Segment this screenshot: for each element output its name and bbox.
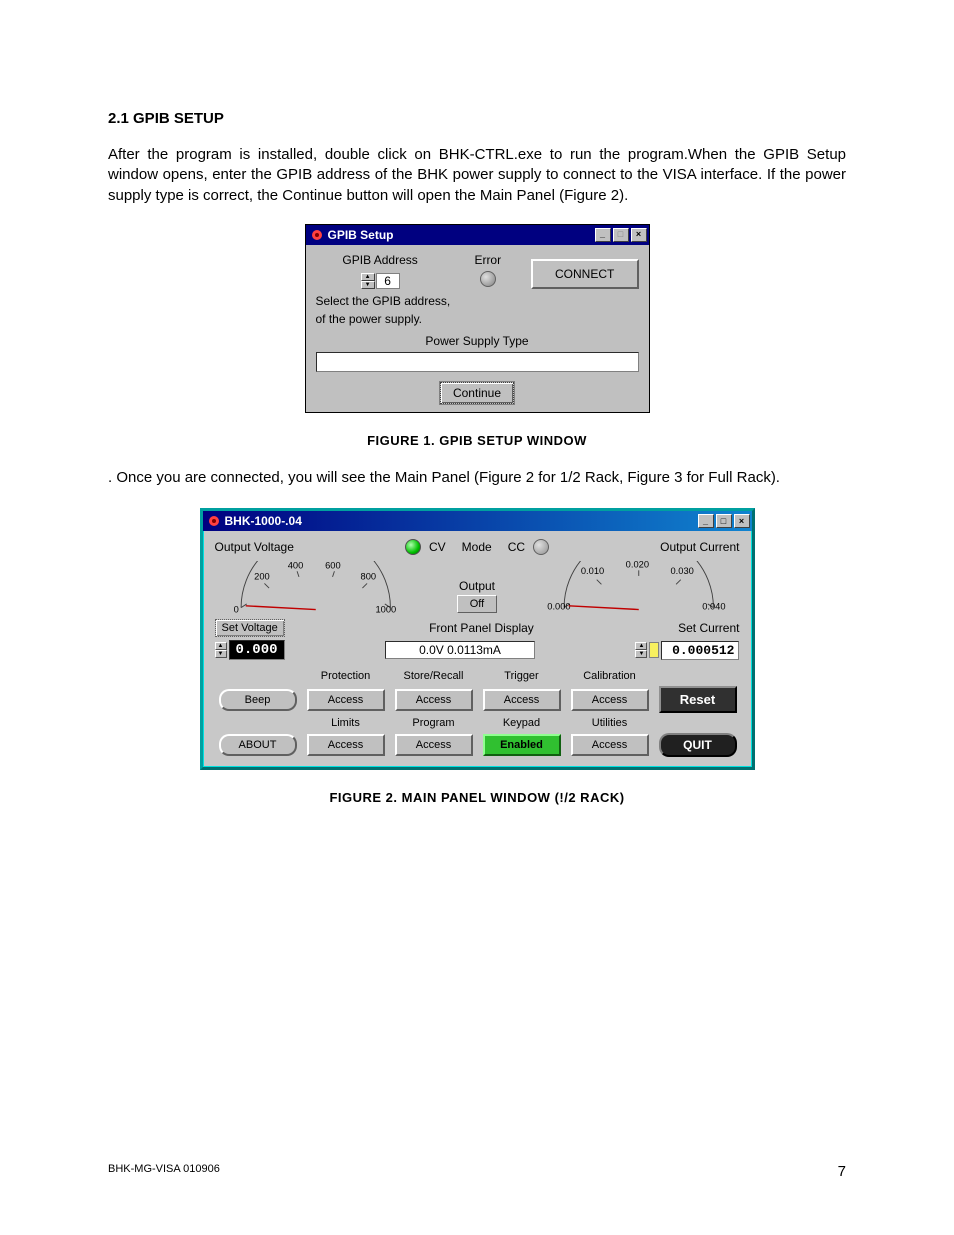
limits-access-button[interactable]: Access — [307, 734, 385, 756]
utilities-access-button[interactable]: Access — [571, 734, 649, 756]
voltage-needle-icon — [245, 606, 315, 610]
svg-text:1000: 1000 — [375, 604, 396, 614]
store-recall-header: Store/Recall — [391, 670, 477, 682]
gpib-address-label: GPIB Address — [316, 253, 445, 267]
voltage-gauge: 0 200 400 600 800 1000 — [215, 561, 417, 617]
svg-text:400: 400 — [287, 561, 303, 570]
program-header: Program — [391, 717, 477, 729]
voltage-value[interactable]: 0.000 — [229, 640, 285, 660]
power-supply-type-label: Power Supply Type — [316, 334, 639, 348]
svg-text:600: 600 — [325, 561, 341, 570]
calibration-access-button[interactable]: Access — [571, 689, 649, 711]
keypad-header: Keypad — [479, 717, 565, 729]
spinner-up-icon[interactable]: ▲ — [635, 642, 647, 650]
spinner-down-icon[interactable]: ▼ — [361, 281, 375, 289]
spinner-up-icon[interactable]: ▲ — [215, 642, 227, 650]
set-current-label: Set Current — [678, 621, 739, 635]
spinner-up-icon[interactable]: ▲ — [361, 273, 375, 281]
help-text-line1: Select the GPIB address, — [316, 294, 639, 308]
svg-text:0.000: 0.000 — [547, 602, 570, 612]
error-label: Error — [445, 253, 531, 267]
reset-button[interactable]: Reset — [659, 686, 737, 713]
voltage-stepper[interactable]: ▲ ▼ 0.000 — [215, 640, 285, 660]
svg-text:0.010: 0.010 — [581, 566, 604, 576]
gpib-address-value[interactable]: 6 — [376, 273, 400, 289]
error-led-icon — [480, 271, 496, 287]
limits-header: Limits — [303, 717, 389, 729]
figure-1-caption: FIGURE 1. GPIB SETUP WINDOW — [108, 433, 846, 448]
keypad-enabled-button[interactable]: Enabled — [483, 734, 561, 756]
protection-header: Protection — [303, 670, 389, 682]
window-title: BHK-1000-.04 — [225, 514, 302, 528]
front-panel-label: Front Panel Display — [429, 621, 534, 635]
mid-paragraph: . Once you are connected, you will see t… — [108, 468, 846, 488]
minimize-icon[interactable]: _ — [698, 514, 714, 528]
protection-access-button[interactable]: Access — [307, 689, 385, 711]
app-icon — [310, 228, 324, 242]
section-heading: 2.1 GPIB SETUP — [108, 110, 846, 127]
program-access-button[interactable]: Access — [395, 734, 473, 756]
gpib-setup-window: GPIB Setup _ □ × GPIB Address ▲ ▼ 6 Erro… — [305, 224, 650, 413]
maximize-icon[interactable]: □ — [613, 228, 629, 242]
beep-button[interactable]: Beep — [219, 689, 297, 711]
about-button[interactable]: ABOUT — [219, 734, 297, 756]
titlebar: GPIB Setup _ □ × — [306, 225, 649, 245]
current-stepper[interactable]: ▲ ▼ 0.000512 — [635, 641, 739, 660]
output-toggle-button[interactable]: Off — [457, 595, 497, 613]
titlebar: BHK-1000-.04 _ □ × — [203, 511, 752, 531]
set-voltage-button[interactable]: Set Voltage — [215, 619, 285, 637]
svg-text:0.020: 0.020 — [626, 561, 649, 570]
close-icon[interactable]: × — [734, 514, 750, 528]
footer-left: BHK-MG-VISA 010906 — [108, 1163, 220, 1180]
current-value[interactable]: 0.000512 — [661, 641, 739, 660]
store-access-button[interactable]: Access — [395, 689, 473, 711]
output-label: Output — [459, 579, 495, 593]
maximize-icon[interactable]: □ — [716, 514, 732, 528]
gpib-address-spinner[interactable]: ▲ ▼ 6 — [361, 273, 400, 289]
utilities-header: Utilities — [567, 717, 653, 729]
connect-button[interactable]: CONNECT — [531, 259, 639, 289]
svg-text:0: 0 — [233, 604, 238, 614]
svg-text:800: 800 — [360, 572, 376, 582]
cv-label: CV — [429, 540, 446, 554]
main-panel-window: BHK-1000-.04 _ □ × Output Voltage CV Mod… — [200, 508, 755, 770]
calibration-header: Calibration — [567, 670, 653, 682]
output-voltage-label: Output Voltage — [215, 540, 294, 554]
window-title: GPIB Setup — [328, 228, 394, 242]
intro-paragraph: After the program is installed, double c… — [108, 145, 846, 206]
current-gauge: 0.000 0.010 0.020 0.030 0.040 — [538, 561, 740, 617]
power-supply-type-field[interactable] — [316, 352, 639, 372]
current-needle-icon — [569, 606, 639, 610]
trigger-header: Trigger — [479, 670, 565, 682]
minimize-icon[interactable]: _ — [595, 228, 611, 242]
cv-led-icon — [405, 539, 421, 555]
spinner-down-icon[interactable]: ▼ — [635, 650, 647, 658]
continue-button[interactable]: Continue — [440, 382, 514, 404]
page-number: 7 — [838, 1163, 846, 1180]
cc-label: CC — [508, 540, 525, 554]
svg-text:200: 200 — [254, 572, 270, 582]
trigger-access-button[interactable]: Access — [483, 689, 561, 711]
front-panel-display: 0.0V 0.0113mA — [385, 641, 535, 659]
stepper-highlight-icon — [649, 642, 659, 658]
spinner-down-icon[interactable]: ▼ — [215, 650, 227, 658]
figure-2-caption: FIGURE 2. MAIN PANEL WINDOW (!/2 RACK) — [108, 790, 846, 805]
help-text-line2: of the power supply. — [316, 312, 639, 326]
svg-text:0.040: 0.040 — [702, 602, 725, 612]
close-icon[interactable]: × — [631, 228, 647, 242]
app-icon — [207, 514, 221, 528]
cc-led-icon — [533, 539, 549, 555]
mode-label: Mode — [462, 540, 492, 554]
svg-text:0.030: 0.030 — [670, 566, 693, 576]
output-current-label: Output Current — [660, 540, 739, 554]
quit-button[interactable]: QUIT — [659, 733, 737, 757]
